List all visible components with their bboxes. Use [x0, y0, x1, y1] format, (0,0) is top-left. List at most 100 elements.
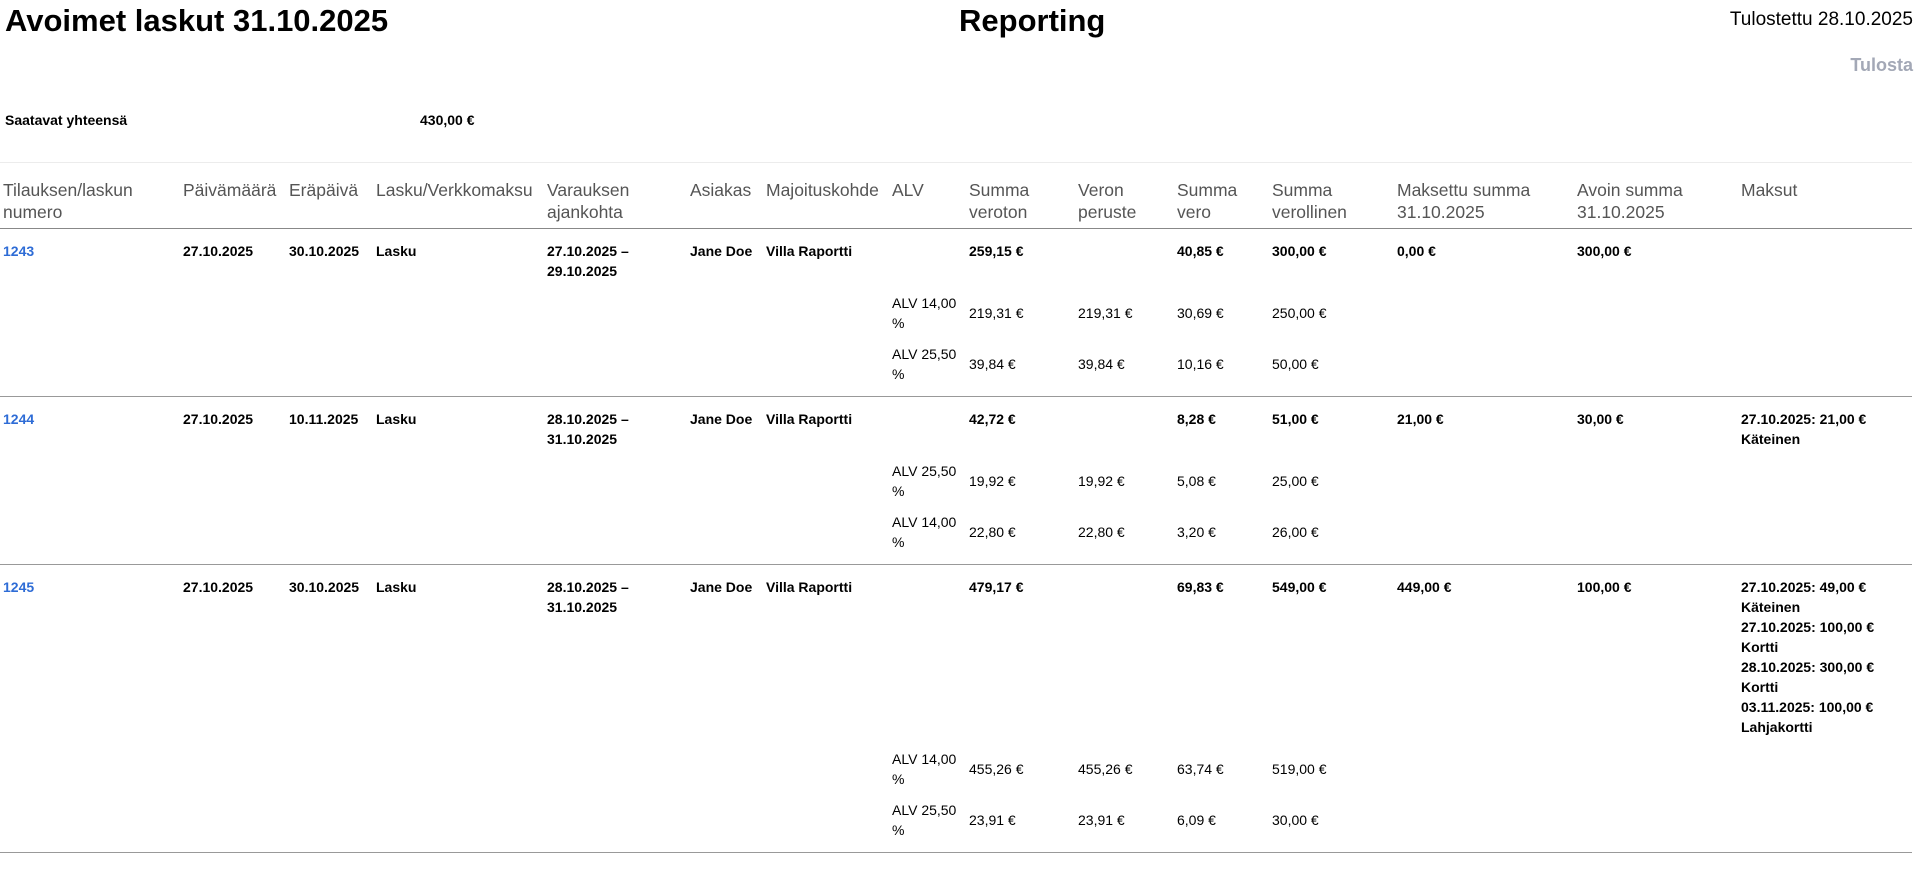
empty-cell [0, 461, 180, 512]
vat-tax: 10,16 € [1174, 344, 1269, 397]
invoice-date: 27.10.2025 [183, 411, 254, 427]
empty-cell [763, 461, 889, 512]
empty-cell [1075, 397, 1174, 462]
payments-cell [1738, 229, 1912, 294]
customer-name: Jane Doe [690, 579, 753, 595]
vat-breakdown-row: ALV 25,50 % 19,92 € 19,92 € 5,08 € 25,00 € [0, 461, 1912, 512]
vat-base: 39,84 € [1075, 344, 1174, 397]
print-button[interactable]: Tulosta [1850, 54, 1913, 76]
vat-gross: 519,00 € [1272, 761, 1327, 777]
vat-tax: 6,09 € [1174, 800, 1269, 853]
empty-cell [763, 344, 889, 397]
empty-cell [1394, 800, 1574, 853]
empty-cell [373, 512, 544, 565]
vat-rate: ALV 14,00 % [892, 295, 957, 331]
column-header: Lasku/Verkkomaksu [373, 175, 544, 229]
vat-breakdown-row: ALV 14,00 % 219,31 € 219,31 € 30,69 € 250,00… [0, 293, 1912, 344]
invoice-link[interactable]: 1244 [3, 411, 34, 427]
divider [0, 162, 1912, 163]
gross-amount: 51,00 € [1272, 411, 1319, 427]
empty-cell [1738, 293, 1912, 344]
property-name: Villa Raportti [766, 243, 853, 259]
vat-gross: 30,00 € [1269, 800, 1394, 853]
empty-cell [544, 344, 687, 397]
empty-cell [544, 512, 687, 565]
vat-rate: ALV 25,50 % [892, 463, 957, 499]
gross-amount: 549,00 € [1272, 579, 1327, 595]
empty-cell [286, 461, 373, 512]
payment-line: 27.10.2025: 21,00 € [1741, 411, 1867, 427]
open-amount: 30,00 € [1577, 411, 1624, 427]
vat-breakdown-row: ALV 25,50 % 39,84 €39,84 €10,16 €50,00 € [0, 344, 1912, 397]
vat-net: 455,26 € [969, 761, 1024, 777]
payments-cell: 27.10.2025: 49,00 € Käteinen 27.10.2025: 1… [1738, 565, 1912, 750]
open-amount: 100,00 € [1577, 579, 1632, 595]
vat-net: 23,91 € [966, 800, 1075, 853]
column-header: Päivämäärä [180, 175, 286, 229]
empty-cell [373, 749, 544, 800]
empty-cell [687, 512, 763, 565]
empty-cell [889, 565, 966, 750]
paid-amount: 21,00 € [1397, 411, 1444, 427]
payment-line: Käteinen [1741, 599, 1801, 615]
payment-line: Lahjakortti [1741, 719, 1813, 735]
payment-line: Kortti [1741, 679, 1779, 695]
empty-cell [180, 344, 286, 397]
empty-cell [1394, 461, 1574, 512]
empty-cell [286, 749, 373, 800]
empty-cell [1738, 800, 1912, 853]
payment-line: Kortti [1741, 639, 1779, 655]
empty-cell [687, 461, 763, 512]
vat-base: 455,26 € [1078, 761, 1133, 777]
empty-cell [544, 293, 687, 344]
empty-cell [1394, 512, 1574, 565]
empty-cell [373, 800, 544, 853]
empty-cell [373, 293, 544, 344]
payment-line: 03.11.2025: 100,00 € [1741, 699, 1874, 715]
vat-base: 23,91 € [1075, 800, 1174, 853]
empty-cell [1738, 512, 1912, 565]
vat-net: 22,80 € [966, 512, 1075, 565]
vat-gross: 50,00 € [1269, 344, 1394, 397]
empty-cell [687, 749, 763, 800]
net-amount: 259,15 € [969, 243, 1024, 259]
page-title: Avoimet laskut 31.10.2025 [5, 3, 389, 38]
table-header-row: Tilauksen/laskun numero Päivämäärä Eräpä… [0, 175, 1912, 229]
empty-cell [1574, 749, 1738, 800]
customer-name: Jane Doe [690, 411, 753, 427]
empty-cell [1394, 749, 1574, 800]
column-header: Eräpäivä [286, 175, 373, 229]
empty-cell [763, 800, 889, 853]
payments-cell: 27.10.2025: 21,00 € Käteinen [1738, 397, 1912, 462]
printed-date: Tulostettu 28.10.2025 [1729, 9, 1913, 30]
vat-tax: 63,74 € [1177, 761, 1224, 777]
column-header: Varauksen ajankohta [544, 175, 687, 229]
invoice-link[interactable]: 1243 [3, 243, 34, 259]
empty-cell [1574, 293, 1738, 344]
column-header: Avoin summa 31.10.2025 [1574, 175, 1738, 229]
customer-name: Jane Doe [690, 243, 753, 259]
column-header: ALV [889, 175, 966, 229]
empty-cell [1738, 461, 1912, 512]
net-amount: 479,17 € [969, 579, 1024, 595]
booking-period: 27.10.2025 – 29.10.2025 [547, 243, 629, 279]
invoice-number-cell: 1244 [0, 397, 180, 462]
invoice-row: 1244 27.10.2025 10.11.2025 Lasku 28.10.2025 … [0, 397, 1912, 462]
empty-cell [889, 397, 966, 462]
empty-cell [763, 512, 889, 565]
empty-cell [1738, 344, 1912, 397]
invoice-link[interactable]: 1245 [3, 579, 34, 595]
empty-cell [1738, 749, 1912, 800]
vat-net: 219,31 € [969, 305, 1024, 321]
empty-cell [180, 461, 286, 512]
invoice-number-cell: 1245 [0, 565, 180, 750]
vat-base: 19,92 € [1078, 473, 1125, 489]
receivables-label: Saatavat yhteensä [5, 112, 128, 128]
empty-cell [763, 749, 889, 800]
paid-amount: 0,00 € [1397, 243, 1436, 259]
empty-cell [687, 293, 763, 344]
paid-amount: 449,00 € [1397, 579, 1452, 595]
tax-amount: 8,28 € [1177, 411, 1216, 427]
vat-rate: ALV 25,50 % [889, 800, 966, 853]
empty-cell [1075, 565, 1174, 750]
